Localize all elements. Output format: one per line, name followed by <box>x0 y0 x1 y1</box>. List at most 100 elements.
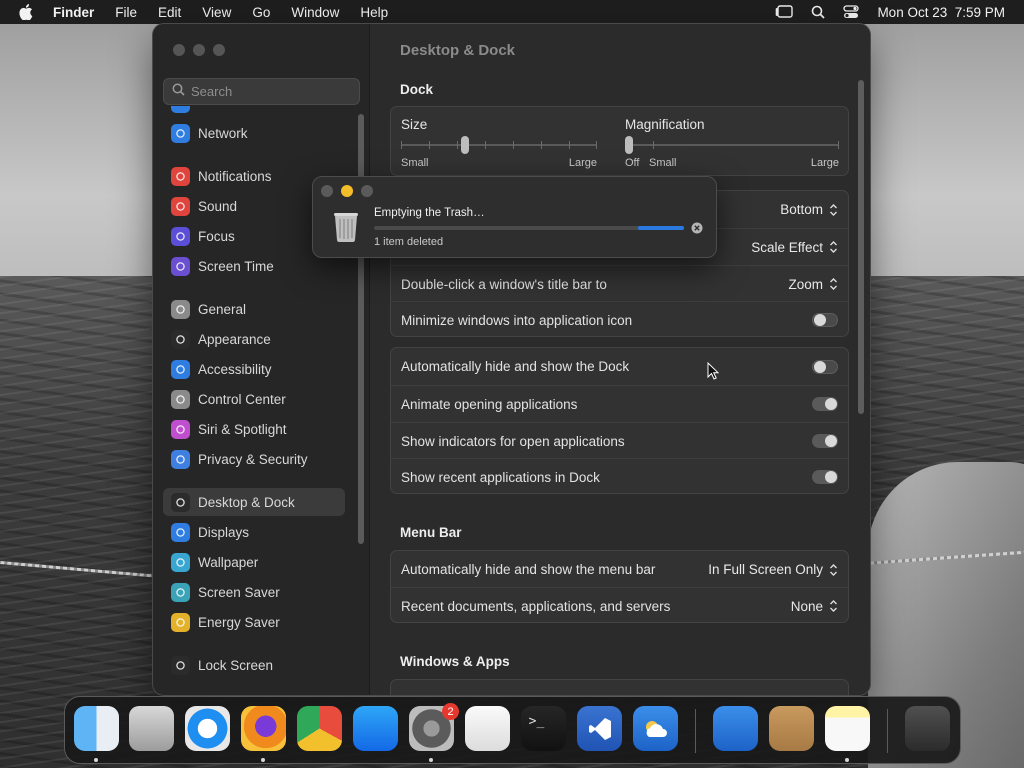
recent-apps-row: Show recent applications in Dock <box>391 458 848 495</box>
sidebar-item-privacy-security[interactable]: Privacy & Security <box>163 445 345 473</box>
dialog-minimize-button[interactable] <box>341 185 353 197</box>
menu-bar-section-title: Menu Bar <box>400 525 462 540</box>
auto-hide-menubar-row: Automatically hide and show the menu bar… <box>391 551 848 588</box>
minimize-icon-toggle[interactable] <box>812 313 838 327</box>
screensaver-icon <box>171 582 190 602</box>
sidebar-item-desktop-dock[interactable]: Desktop & Dock <box>163 488 345 516</box>
recent-docs-select[interactable]: None <box>791 599 838 614</box>
dock-trash-icon[interactable] <box>905 706 950 751</box>
position-select[interactable]: Bottom <box>780 202 838 217</box>
dock-launchpad-icon[interactable] <box>129 706 174 751</box>
content-scrollbar[interactable] <box>858 80 864 414</box>
minimize-icon-row: Minimize windows into application icon <box>391 301 848 338</box>
gear-icon <box>171 299 190 319</box>
sidebar-item-appearance[interactable]: Appearance <box>163 325 345 353</box>
indicators-toggle[interactable] <box>812 434 838 448</box>
magnification-slider[interactable]: Magnification Off Small Large <box>625 117 839 169</box>
trash-progress-fill <box>637 226 684 230</box>
dialog-zoom-button[interactable] <box>361 185 373 197</box>
sidebar-item-label: Control Center <box>198 391 286 407</box>
dock-textedit-icon[interactable] <box>465 706 510 751</box>
indicators-row: Show indicators for open applications <box>391 422 848 459</box>
dock-weather-icon[interactable] <box>633 706 678 751</box>
sidebar-item-accessibility[interactable]: Accessibility <box>163 355 345 383</box>
recent-apps-toggle[interactable] <box>812 470 838 484</box>
hourglass-icon <box>171 256 190 276</box>
auto-hide-menubar-label: Automatically hide and show the menu bar <box>401 562 656 577</box>
spotlight-search-icon[interactable] <box>811 5 826 19</box>
zoom-button[interactable] <box>213 44 225 56</box>
dock-app-store-icon[interactable] <box>353 706 398 751</box>
sidebar-item-label: Sound <box>198 198 238 214</box>
sidebar-item-label: Siri & Spotlight <box>198 421 287 437</box>
size-slider[interactable]: Size Small Large <box>401 117 597 169</box>
size-min-label: Small <box>401 157 429 169</box>
mouse-cursor-icon <box>707 361 720 385</box>
chevron-updown-icon <box>829 599 838 613</box>
menu-go[interactable]: Go <box>252 5 270 20</box>
search-input[interactable] <box>191 84 351 99</box>
sidebar-item-wallpaper[interactable]: Wallpaper <box>163 548 345 576</box>
dock-chrome-icon[interactable] <box>297 706 342 751</box>
dock-running-indicator <box>94 758 98 762</box>
apple-icon[interactable] <box>19 4 35 20</box>
sidebar-item-label: Privacy & Security <box>198 451 308 467</box>
close-button[interactable] <box>173 44 185 56</box>
dock-contacts-icon[interactable] <box>769 706 814 751</box>
siri-icon <box>171 419 190 439</box>
system-settings-window: Network Notifications Sound Focus Screen Tim… <box>153 24 870 695</box>
sidebar-search[interactable] <box>163 78 360 105</box>
dock-visual-studio-code-icon[interactable] <box>577 706 622 751</box>
menu-clock[interactable]: Mon Oct 23 7:59 PM <box>877 5 1005 20</box>
dock-firefox-icon[interactable] <box>241 706 286 751</box>
dock-safari-icon[interactable] <box>185 706 230 751</box>
dock-running-indicator <box>261 758 265 762</box>
menu-bar: Finder File Edit View Go Window Help Mon… <box>0 0 1024 24</box>
dock-terminal-icon[interactable]: >_ <box>521 706 566 751</box>
menu-file[interactable]: File <box>115 5 137 20</box>
menu-window[interactable]: Window <box>291 5 339 20</box>
sidebar-item-energy-saver[interactable]: Energy Saver <box>163 608 345 636</box>
notification-badge: 2 <box>442 703 459 720</box>
sidebar-item-general[interactable]: General <box>163 295 345 323</box>
windows-apps-card <box>390 679 849 695</box>
dock-running-indicator <box>429 758 433 762</box>
menu-finder[interactable]: Finder <box>53 5 94 20</box>
auto-hide-menubar-select[interactable]: In Full Screen Only <box>708 562 838 577</box>
auto-hide-dock-toggle[interactable] <box>812 359 838 374</box>
dock-notes-icon[interactable] <box>825 706 870 751</box>
double-click-row: Double-click a window's title bar to Zoo… <box>391 265 848 302</box>
control-center-icon[interactable] <box>843 5 860 19</box>
dock-running-indicator <box>845 758 849 762</box>
dialog-close-button[interactable] <box>321 185 333 197</box>
menu-edit[interactable]: Edit <box>158 5 181 20</box>
dock-size-card: Size Small Large Magnification Off Small… <box>390 106 849 176</box>
sidebar-item-siri-spotlight[interactable]: Siri & Spotlight <box>163 415 345 443</box>
minimize-button[interactable] <box>193 44 205 56</box>
menu-view[interactable]: View <box>202 5 231 20</box>
size-slider-thumb[interactable] <box>461 136 469 154</box>
sidebar-item-label: Appearance <box>198 331 271 347</box>
animate-apps-toggle[interactable] <box>812 397 838 411</box>
chevron-updown-icon <box>829 277 838 291</box>
settings-content: Desktop & Dock Dock Size Small Large Mag… <box>370 24 870 695</box>
sidebar-item-screen-saver[interactable]: Screen Saver <box>163 578 345 606</box>
double-click-select[interactable]: Zoom <box>788 277 838 292</box>
dock-weather-icon[interactable] <box>713 706 758 751</box>
magnification-slider-thumb[interactable] <box>625 136 633 154</box>
sidebar: Network Notifications Sound Focus Screen Tim… <box>153 24 370 695</box>
stage-manager-icon[interactable] <box>775 5 794 19</box>
sidebar-item-displays[interactable]: Displays <box>163 518 345 546</box>
stop-icon[interactable] <box>691 221 703 239</box>
sidebar-item-lock-screen[interactable]: Lock Screen <box>163 651 345 679</box>
magnification-label: Magnification <box>625 117 705 132</box>
sidebar-item-network[interactable]: Network <box>163 119 345 147</box>
minimize-effect-select[interactable]: Scale Effect <box>751 240 838 255</box>
dialog-title: Emptying the Trash… <box>374 207 485 219</box>
magnification-max-label: Large <box>810 157 839 169</box>
sidebar-item-control-center[interactable]: Control Center <box>163 385 345 413</box>
dock: >_ 2 <box>64 696 961 764</box>
dock-finder-icon[interactable] <box>74 706 119 751</box>
toggles-icon <box>171 389 190 409</box>
menu-help[interactable]: Help <box>360 5 388 20</box>
